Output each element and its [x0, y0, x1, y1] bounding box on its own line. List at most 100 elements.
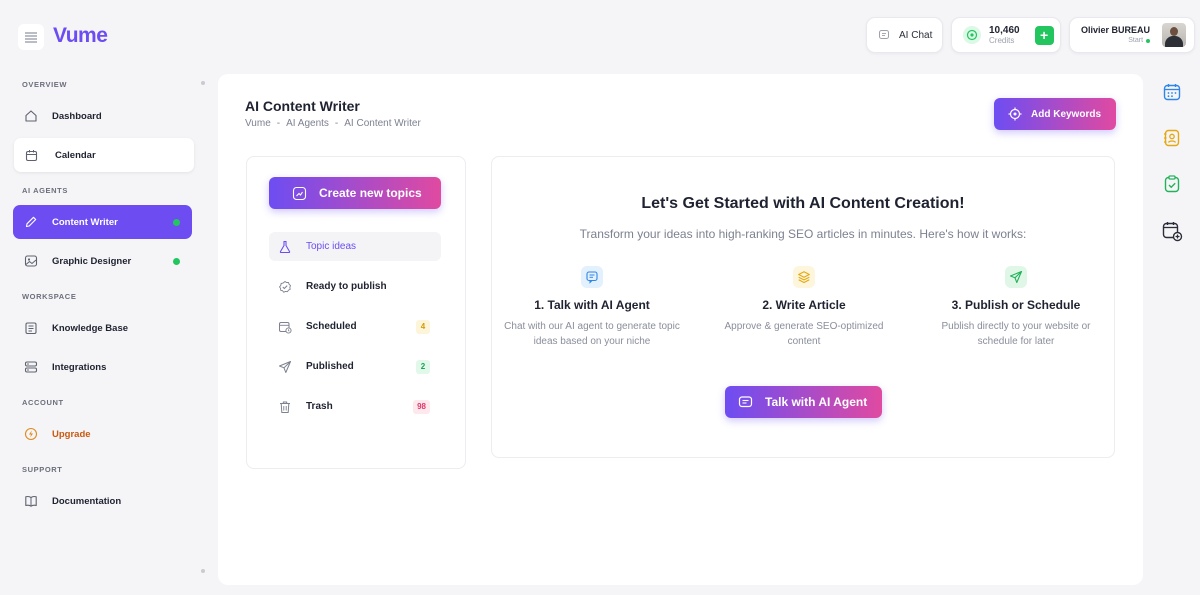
breadcrumb-current: AI Content Writer [344, 118, 421, 129]
step-description: Chat with our AI agent to generate topic… [504, 321, 680, 347]
image-icon [24, 255, 38, 267]
chart-plus-icon [292, 186, 307, 200]
calendar-icon [25, 149, 38, 161]
topic-tab-published[interactable]: Published 2 [269, 352, 441, 381]
sidebar-item-integrations[interactable]: Integrations [13, 350, 192, 384]
rail-schedule-button[interactable] [1160, 219, 1184, 243]
topic-tab-ready-to-publish[interactable]: Ready to publish [269, 272, 441, 301]
sidebar-item-dashboard[interactable]: Dashboard [13, 99, 192, 133]
calendar-add-icon [1162, 222, 1183, 242]
step-title: 2. Write Article [762, 298, 846, 312]
rail-contacts-button[interactable] [1160, 126, 1184, 150]
integrations-icon [24, 361, 38, 373]
topic-tab-label: Published [306, 361, 354, 372]
topic-tab-scheduled[interactable]: Scheduled 4 [269, 312, 441, 341]
avatar [1162, 23, 1186, 47]
step-title: 1. Talk with AI Agent [534, 298, 650, 312]
sidebar-item-graphic-designer[interactable]: Graphic Designer [13, 244, 192, 278]
sidebar-item-label: Integrations [52, 361, 107, 373]
breadcrumb: Vume - AI Agents - AI Content Writer [245, 118, 421, 129]
sidebar-scroll-down[interactable] [201, 569, 205, 573]
breadcrumb-link-vume[interactable]: Vume [245, 118, 271, 129]
topic-tab-label: Trash [306, 401, 333, 412]
sidebar-item-content-writer[interactable]: Content Writer [13, 205, 192, 239]
sidebar-item-label: Documentation [52, 495, 122, 507]
user-menu[interactable]: Olivier BUREAU Start [1069, 17, 1195, 53]
create-new-topics-label: Create new topics [319, 186, 422, 200]
bolt-icon [24, 427, 38, 441]
send-icon [1005, 266, 1027, 288]
rail-calendar-button[interactable] [1160, 80, 1184, 104]
step-write-article: 2. Write Article Approve & generate SEO-… [704, 266, 904, 349]
add-keywords-button[interactable]: Add Keywords [994, 98, 1116, 130]
topic-tab-label: Topic ideas [306, 241, 357, 252]
app-logo[interactable]: Vume [53, 24, 108, 48]
chat-icon [581, 266, 603, 288]
contact-card-icon [1164, 129, 1180, 147]
count-badge: 98 [413, 399, 430, 414]
page-title: AI Content Writer [245, 98, 360, 114]
sidebar-item-label: Calendar [55, 149, 96, 161]
sidebar-item-knowledge-base[interactable]: Knowledge Base [13, 311, 192, 345]
book-icon [25, 495, 37, 507]
breadcrumb-separator: - [334, 118, 339, 129]
topic-tab-label: Ready to publish [306, 281, 387, 292]
count-badge: 4 [416, 319, 430, 334]
menu-icon [25, 32, 37, 43]
home-icon [25, 110, 37, 122]
pencil-icon [25, 216, 37, 228]
rail-tasks-button[interactable] [1160, 172, 1184, 196]
sidebar-section-support: SUPPORT [22, 465, 63, 474]
topic-tab-trash[interactable]: Trash 98 [269, 392, 441, 421]
flask-icon [279, 240, 291, 253]
credits-widget: 10,460 Credits + [951, 17, 1061, 53]
send-icon [279, 360, 291, 373]
sidebar-item-label: Graphic Designer [52, 255, 132, 267]
layers-icon [793, 266, 815, 288]
topic-tab-topic-ideas[interactable]: Topic ideas [269, 232, 441, 261]
talk-with-ai-agent-button[interactable]: Talk with AI Agent [725, 386, 882, 418]
credits-value: 10,460 [989, 24, 1020, 36]
sidebar-item-label: Dashboard [52, 110, 102, 122]
sidebar-item-documentation[interactable]: Documentation [13, 484, 192, 518]
sidebar-toggle-button[interactable] [18, 24, 44, 50]
step-description: Approve & generate SEO-optimized content [724, 321, 884, 347]
trash-icon [280, 401, 290, 413]
sidebar-item-calendar[interactable]: Calendar [14, 138, 194, 172]
chat-icon [738, 395, 753, 407]
step-description: Publish directly to your website or sche… [941, 321, 1091, 347]
breadcrumb-separator: - [276, 118, 281, 129]
sidebar-section-overview: OVERVIEW [22, 80, 68, 89]
sidebar-section-workspace: WORKSPACE [22, 292, 77, 301]
add-credits-button[interactable]: + [1034, 25, 1054, 45]
add-keywords-label: Add Keywords [1031, 108, 1102, 120]
user-plan: Start [1128, 37, 1151, 44]
sidebar-item-upgrade[interactable]: Upgrade [13, 417, 192, 451]
status-dot [173, 218, 180, 226]
user-plan-label: Start [1128, 37, 1144, 44]
sidebar-scroll-up[interactable] [201, 81, 205, 85]
getting-started-subtitle: Transform your ideas into high-ranking S… [579, 227, 1027, 241]
step-talk-with-agent: 1. Talk with AI Agent Chat with our AI a… [492, 266, 692, 349]
create-new-topics-button[interactable]: Create new topics [269, 177, 441, 209]
credits-label: Credits [989, 35, 1015, 45]
sidebar-item-label: Content Writer [52, 216, 118, 228]
credits-coin-icon [963, 26, 981, 44]
sidebar-item-label: Knowledge Base [52, 322, 129, 334]
count-badge: 2 [416, 359, 430, 374]
online-status-dot [1146, 38, 1151, 43]
step-title: 3. Publish or Schedule [951, 298, 1081, 312]
talk-with-ai-agent-label: Talk with AI Agent [765, 395, 868, 409]
calendar-clock-icon [279, 321, 292, 334]
sidebar-section-account: ACCOUNT [22, 398, 64, 407]
topic-tab-label: Scheduled [306, 321, 357, 332]
breadcrumb-link-ai-agents[interactable]: AI Agents [286, 118, 329, 129]
ai-chat-button[interactable]: AI Chat [866, 17, 943, 53]
sidebar-section-ai-agents: AI AGENTS [22, 186, 68, 195]
chat-icon [879, 30, 889, 39]
sidebar-item-label: Upgrade [52, 428, 91, 440]
step-publish-or-schedule: 3. Publish or Schedule Publish directly … [916, 266, 1116, 349]
document-icon [25, 322, 37, 335]
target-icon [1008, 107, 1022, 121]
clipboard-check-icon [1164, 175, 1180, 193]
